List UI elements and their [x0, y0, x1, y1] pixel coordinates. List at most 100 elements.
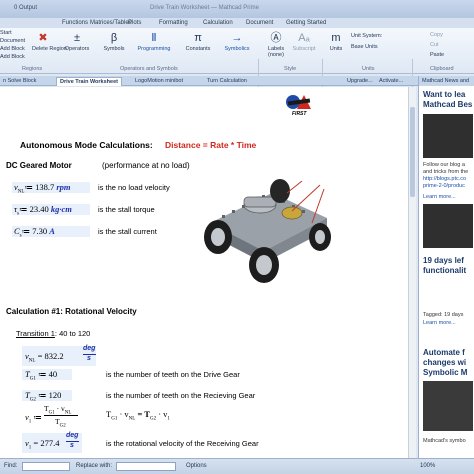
- v1-unit-num: deg: [66, 432, 79, 439]
- copy-button[interactable]: Copy: [430, 32, 443, 38]
- news-title-3b[interactable]: changes wi: [423, 358, 466, 367]
- group-operators-title: Operators and Symbols: [120, 66, 178, 72]
- first-logo-text: FIRST: [292, 111, 307, 117]
- delete-region-label: Delete Region: [32, 46, 67, 52]
- base-units-button[interactable]: Base Units: [351, 44, 378, 50]
- vnl2-result[interactable]: vNL = 832.2: [25, 351, 64, 364]
- vnl-description: is the no load velocity: [98, 183, 170, 192]
- title-left: 0 Output: [14, 5, 38, 11]
- units-label: Units: [329, 46, 343, 52]
- delete-region-button[interactable]: ✖ Delete Region: [32, 32, 67, 52]
- motor-note: (performance at no load): [102, 161, 190, 170]
- operators-icon: ±: [73, 32, 81, 44]
- gear-equation[interactable]: TG1 · vNL = TG2 · v1: [106, 409, 170, 422]
- vnl2-unit-num: deg: [83, 345, 96, 352]
- vnl-definition[interactable]: vNL≔ 138.7 rpm: [14, 182, 71, 195]
- tab-formatting[interactable]: Formatting: [159, 18, 188, 28]
- news-link-2[interactable]: prime-2-0/produc: [423, 183, 465, 189]
- doc-tab-drive-train[interactable]: Drive Train Worksheet: [56, 77, 122, 86]
- first-logo: FIRST: [284, 91, 314, 117]
- delete-icon: ✖: [38, 32, 48, 44]
- news-title-1b[interactable]: Mathcad Bes: [423, 100, 472, 109]
- quick-add-block[interactable]: Add Block: [0, 46, 25, 52]
- doc-tab-logomotion[interactable]: LogoMotion minibot: [132, 77, 186, 86]
- learn-more-link-2[interactable]: Learn more...: [423, 320, 456, 326]
- tg1-definition[interactable]: TG1 ≔ 40: [25, 369, 57, 382]
- tab-plots[interactable]: Plots: [128, 18, 141, 28]
- tab-calculation[interactable]: Calculation: [203, 18, 233, 28]
- news-panel-header: Mathcad News and: [419, 76, 474, 86]
- news-tag: Tagged: 19 days: [423, 312, 464, 318]
- upgrade-button[interactable]: Upgrade...: [344, 77, 376, 86]
- quick-add-block-2[interactable]: Add Block: [0, 54, 25, 60]
- news-title-1[interactable]: Want to lea: [423, 90, 465, 99]
- group-regions-title: Regions: [22, 66, 43, 72]
- mathcad-window: 0 Output Drive Train Worksheet — Mathcad…: [0, 0, 474, 474]
- labels-button[interactable]: Ⓐ Labels (none): [264, 32, 288, 58]
- beta-icon: β: [110, 32, 118, 44]
- v1-definition-lhs[interactable]: v1 ≔: [25, 412, 42, 425]
- news-link-1[interactable]: http://blogs.ptc.co: [423, 176, 466, 182]
- learn-more-link-1[interactable]: Learn more...: [423, 194, 456, 200]
- ribbon-tab-strip: Functions Matrices/Tables Plots Formatti…: [0, 18, 474, 28]
- replace-label: Replace with:: [76, 463, 113, 469]
- doc-tab-turn-calc[interactable]: Turn Calculation: [204, 77, 250, 86]
- news-title-2b[interactable]: functionalit: [423, 266, 466, 275]
- activate-button[interactable]: Activate...: [376, 77, 406, 86]
- labels-icon: Ⓐ: [270, 32, 282, 44]
- zoom-level[interactable]: 100%: [420, 463, 435, 469]
- news-text-2: and tricks from the: [423, 169, 469, 175]
- unit-system-select[interactable]: Unit System:: [351, 33, 382, 39]
- options-dropdown[interactable]: Options: [186, 463, 207, 469]
- tg1-description: is the number of teeth on the Drive Gear: [106, 370, 240, 379]
- status-bar: Find: Replace with: Options 100%: [0, 458, 474, 474]
- ribbon: Start Document Add Block Add Block ✖ Del…: [0, 28, 474, 99]
- news-image-2: [423, 204, 473, 248]
- tab-getting-started[interactable]: Getting Started: [286, 18, 326, 28]
- news-title-3[interactable]: Automate f: [423, 348, 465, 357]
- quick-start[interactable]: Start: [0, 30, 12, 36]
- tab-matrices-tables[interactable]: Matrices/Tables: [90, 18, 132, 28]
- v1-unit-den: s: [70, 442, 74, 449]
- constants-label: Constants: [185, 46, 211, 52]
- quick-document[interactable]: Document: [0, 38, 25, 44]
- news-title-3c[interactable]: Symbolic M: [423, 368, 467, 377]
- worksheet[interactable]: FIRST Autonomous Mode Calculations: Dist…: [0, 87, 408, 458]
- heading-formula: Distance = Rate * Time: [165, 140, 257, 150]
- document-tab-bar: n Solve Block Drive Train Worksheet Logo…: [0, 76, 474, 86]
- subscript-button[interactable]: Aₐ Subscript: [290, 32, 318, 52]
- doc-tab-solve-block[interactable]: n Solve Block: [0, 77, 39, 86]
- v1-result[interactable]: v1 = 277.4: [25, 438, 59, 451]
- symbolics-button[interactable]: → Symbolics: [222, 32, 252, 52]
- paste-button[interactable]: Paste: [430, 52, 444, 58]
- find-input[interactable]: [22, 462, 70, 471]
- programming-button[interactable]: Ⅱ Programming: [137, 32, 171, 52]
- units-button[interactable]: m Units: [326, 32, 346, 52]
- pi-icon: π: [194, 32, 202, 44]
- subscript-icon: Aₐ: [298, 32, 310, 44]
- symbolics-label: Symbolics: [224, 46, 250, 52]
- ts-definition[interactable]: τs≔ 23.40 kg·cm: [14, 204, 72, 217]
- tab-functions[interactable]: Functions: [62, 18, 88, 28]
- calc1-title: Calculation #1: Rotational Velocity: [6, 307, 137, 316]
- tab-document[interactable]: Document: [246, 18, 273, 28]
- group-units-title: Units: [362, 66, 375, 72]
- operators-button[interactable]: ± Operators: [63, 32, 91, 52]
- scrollbar-thumb[interactable]: [410, 107, 415, 197]
- replace-input[interactable]: [116, 462, 176, 471]
- cs-definition[interactable]: Cs≔ 7.30 A: [14, 226, 55, 239]
- group-clipboard-title: Clipboard: [430, 66, 454, 72]
- news-title-2[interactable]: 19 days lef: [423, 256, 464, 265]
- news-text-1: Follow our blog a: [423, 162, 465, 168]
- constants-button[interactable]: π Constants: [183, 32, 213, 52]
- programming-label: Programming: [137, 46, 171, 52]
- tg2-definition[interactable]: TG2 ≔ 120: [25, 390, 61, 403]
- news-panel: Mathcad News and Want to lea Mathcad Bes…: [418, 76, 474, 458]
- cut-button[interactable]: Cut: [430, 42, 439, 48]
- programming-icon: Ⅱ: [151, 32, 157, 44]
- v1-fraction-bar: [44, 415, 78, 416]
- find-label: Find:: [4, 463, 18, 469]
- worksheet-scrollbar[interactable]: [408, 87, 416, 458]
- symbols-button[interactable]: β Symbols: [101, 32, 127, 52]
- units-icon: m: [331, 32, 341, 44]
